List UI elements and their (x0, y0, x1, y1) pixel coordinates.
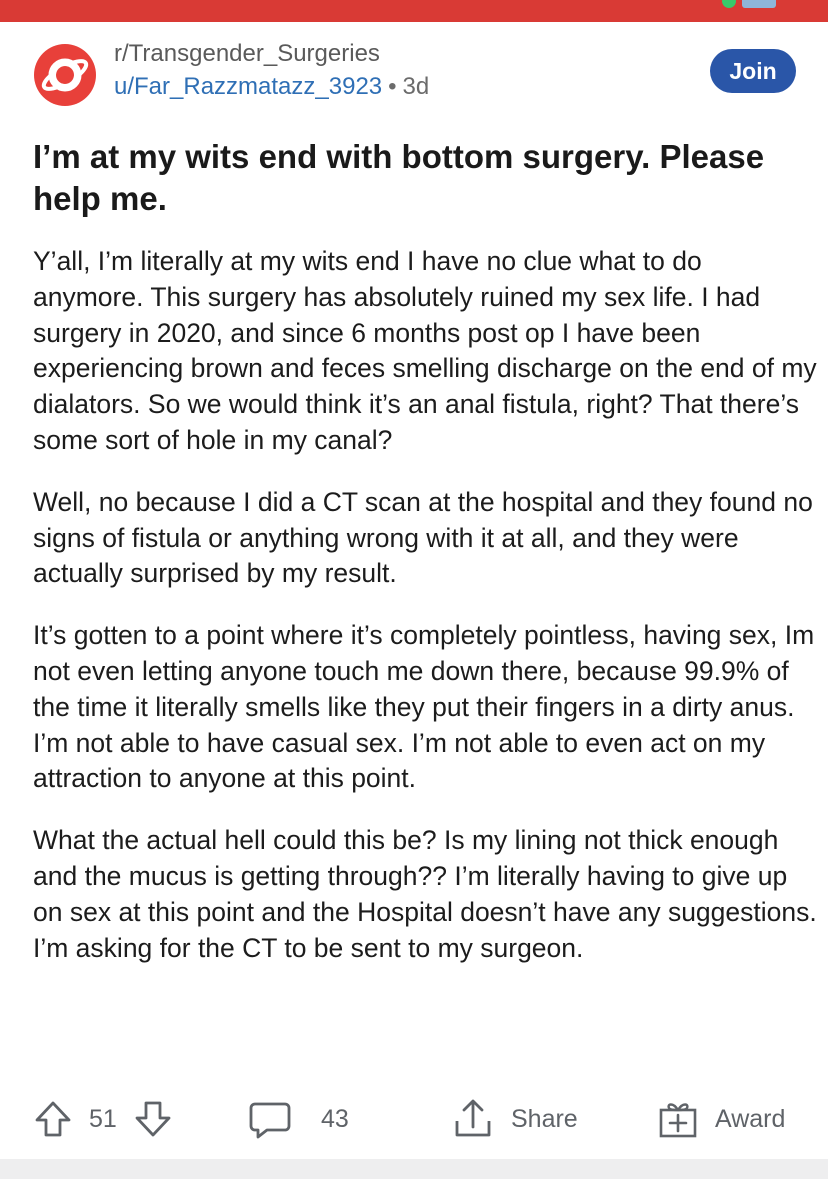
planet-icon (41, 58, 89, 92)
post-paragraph: What the actual hell could this be? Is m… (33, 825, 817, 963)
post-body: Y’all, I’m literally at my wits end I ha… (33, 244, 818, 992)
top-bar (0, 0, 828, 22)
vote-count: 51 (89, 1094, 117, 1144)
comments-button[interactable]: 43 (249, 1094, 349, 1144)
vote-count-label: 51 (89, 1104, 117, 1133)
post-paragraph: It’s gotten to a point where it’s comple… (33, 620, 815, 794)
post-meta: u/Far_Razzmatazz_3923 • 3d (114, 73, 429, 101)
subreddit-name[interactable]: r/Transgender_Surgeries (114, 40, 380, 68)
meta-separator: • (388, 73, 397, 100)
share-icon (455, 1099, 491, 1137)
gift-icon (659, 1103, 697, 1138)
downvote-button[interactable] (133, 1094, 173, 1144)
post-paragraph: Y’all, I’m literally at my wits end I ha… (33, 246, 817, 455)
comment-bubble-icon (249, 1102, 291, 1139)
post-age: 3d (402, 73, 430, 100)
arrow-down-icon (135, 1101, 171, 1137)
award-button[interactable]: Award (657, 1094, 785, 1144)
post-title: I’m at my wits end with bottom surgery. … (33, 138, 765, 217)
share-label: Share (511, 1104, 578, 1133)
author-link[interactable]: u/Far_Razzmatazz_3923 (114, 73, 382, 100)
award-label: Award (715, 1104, 786, 1133)
comment-count: 43 (321, 1104, 349, 1133)
post-paragraph: Well, no because I did a CT scan at the … (33, 486, 813, 589)
arrow-up-icon (35, 1101, 71, 1137)
status-indicator (742, 0, 776, 8)
post-header: r/Transgender_Surgeries u/Far_Razzmatazz… (34, 40, 804, 106)
upvote-button[interactable] (33, 1094, 73, 1144)
share-button[interactable]: Share (451, 1094, 578, 1144)
join-button[interactable]: Join (710, 49, 796, 93)
post-actions: 51 43 Share Award (33, 1094, 803, 1144)
status-dot (722, 0, 736, 8)
bottom-divider (0, 1159, 828, 1179)
subreddit-avatar[interactable] (34, 44, 96, 106)
